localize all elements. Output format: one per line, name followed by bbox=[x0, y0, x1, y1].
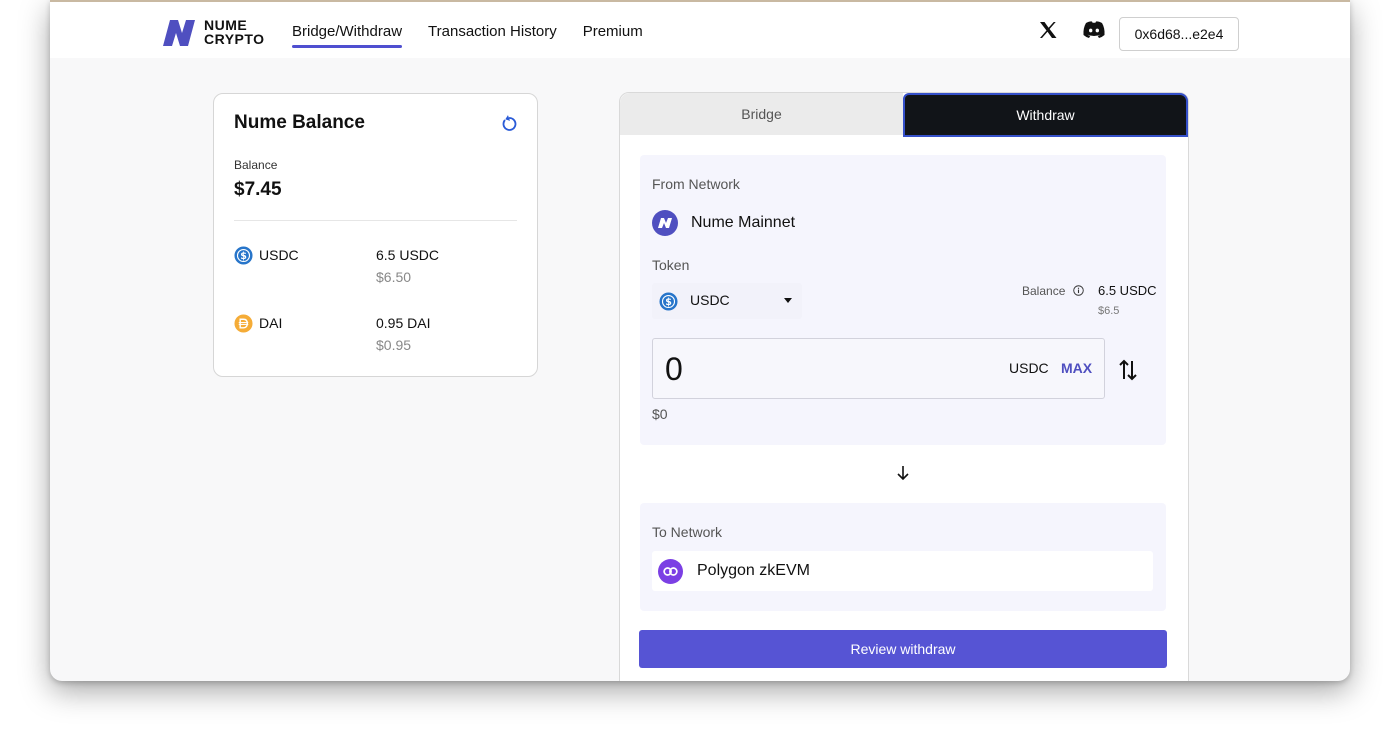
asset-usd-value: $0.95 bbox=[376, 337, 412, 353]
asset-row-usdc: $ USDC 6.5 USDC $6.50 bbox=[234, 246, 517, 290]
asset-name: DAI bbox=[259, 315, 283, 331]
token-balance-amount: 6.5 USDC bbox=[1098, 283, 1157, 298]
amount-input[interactable]: 0 USDC MAX bbox=[652, 338, 1105, 399]
to-network-label: To Network bbox=[652, 524, 723, 540]
nav-premium[interactable]: Premium bbox=[583, 2, 643, 58]
swap-vertical-icon bbox=[1119, 359, 1137, 381]
main-nav: Bridge/Withdraw Transaction History Prem… bbox=[292, 2, 669, 58]
token-balance-label: Balance bbox=[1022, 284, 1066, 298]
token-balance-usd: $6.5 bbox=[1098, 305, 1120, 317]
nume-logo-icon bbox=[163, 20, 195, 46]
nav-transaction-history[interactable]: Transaction History bbox=[428, 2, 557, 58]
refresh-button[interactable] bbox=[501, 114, 517, 137]
wallet-address-button[interactable]: 0x6d68...e2e4 bbox=[1119, 17, 1239, 51]
swap-units-button[interactable] bbox=[1118, 358, 1138, 387]
amount-unit: USDC bbox=[1009, 360, 1049, 376]
token-select[interactable]: $ USDC bbox=[652, 283, 802, 319]
balance-total: $7.45 bbox=[234, 179, 282, 200]
nav-bridge-withdraw[interactable]: Bridge/Withdraw bbox=[292, 2, 403, 58]
tab-withdraw[interactable]: Withdraw bbox=[903, 93, 1188, 137]
dai-icon bbox=[234, 314, 253, 333]
from-network-name: Nume Mainnet bbox=[691, 214, 796, 231]
polygon-icon bbox=[658, 559, 683, 584]
to-network-field[interactable]: Polygon zkEVM bbox=[652, 551, 1153, 591]
divider bbox=[234, 220, 517, 221]
svg-text:$: $ bbox=[665, 297, 672, 308]
to-network-name: Polygon zkEVM bbox=[697, 562, 810, 579]
to-network-section: To Network Polygon zkEVM bbox=[640, 503, 1166, 611]
amount-usd-value: $0 bbox=[652, 406, 668, 422]
asset-name: USDC bbox=[259, 247, 299, 263]
from-network-label: From Network bbox=[652, 176, 740, 192]
arrow-down-icon bbox=[897, 466, 909, 481]
discord-icon bbox=[1083, 21, 1105, 38]
usdc-icon: $ bbox=[659, 292, 678, 311]
brand-wordmark: NUME CRYPTO bbox=[204, 18, 265, 46]
discord-link[interactable] bbox=[1082, 20, 1106, 45]
svg-text:$: $ bbox=[240, 251, 247, 262]
max-button[interactable]: MAX bbox=[1061, 360, 1092, 376]
top-navigation-bar: NUME CRYPTO Bridge/Withdraw Transaction … bbox=[50, 2, 1350, 58]
usdc-icon: $ bbox=[234, 246, 253, 265]
chevron-down-icon bbox=[784, 298, 792, 303]
info-icon[interactable] bbox=[1073, 285, 1084, 296]
amount-value: 0 bbox=[665, 351, 683, 387]
nume-balance-card: Nume Balance Balance $7.45 $ USDC 6.5 US… bbox=[213, 93, 538, 377]
nume-crypto-logo[interactable]: NUME CRYPTO bbox=[160, 16, 265, 48]
asset-amount: 6.5 USDC bbox=[376, 247, 440, 263]
app-window: NUME CRYPTO Bridge/Withdraw Transaction … bbox=[50, 0, 1350, 681]
balance-label: Balance bbox=[234, 158, 278, 172]
asset-row-dai: DAI 0.95 DAI $0.95 bbox=[234, 314, 517, 358]
nume-network-icon bbox=[652, 210, 678, 236]
asset-amount: 0.95 DAI bbox=[376, 315, 431, 331]
selected-token: USDC bbox=[690, 292, 730, 308]
asset-usd-value: $6.50 bbox=[376, 269, 412, 285]
token-label: Token bbox=[652, 257, 690, 273]
review-withdraw-button[interactable]: Review withdraw bbox=[639, 630, 1167, 668]
from-network-section: From Network Nume Mainnet Token $ USDC B… bbox=[640, 155, 1166, 445]
x-icon bbox=[1040, 22, 1057, 38]
refresh-icon bbox=[502, 115, 517, 131]
tab-bridge[interactable]: Bridge bbox=[620, 93, 903, 135]
brand-line-1: NUME bbox=[204, 17, 248, 33]
x-link[interactable] bbox=[1038, 20, 1058, 45]
balance-card-title: Nume Balance bbox=[234, 112, 365, 133]
withdraw-panel: Bridge Withdraw From Network Nume Mainne… bbox=[619, 92, 1189, 681]
brand-line-2: CRYPTO bbox=[204, 31, 265, 47]
